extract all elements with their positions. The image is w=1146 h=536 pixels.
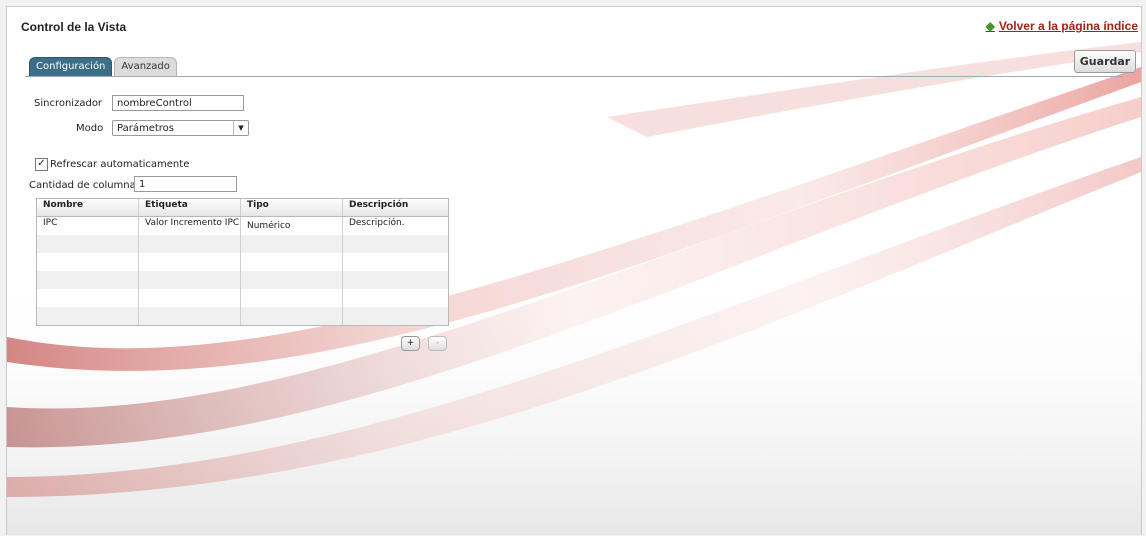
table-cell[interactable]: [343, 307, 445, 325]
add-row-button[interactable]: +: [401, 336, 420, 351]
column-header-etiqueta[interactable]: Etiqueta: [139, 199, 241, 216]
table-row[interactable]: [37, 235, 448, 253]
table-cell[interactable]: [139, 271, 241, 289]
column-header-descripcion[interactable]: Descripción: [343, 199, 445, 216]
table-cell[interactable]: [241, 307, 343, 325]
remove-row-button[interactable]: -: [428, 336, 447, 351]
table-cell[interactable]: Numérico: [241, 217, 343, 235]
mode-select-value: Parámetros: [117, 123, 174, 134]
table-cell[interactable]: [343, 235, 445, 253]
table-cell[interactable]: IPC: [37, 217, 139, 235]
table-row[interactable]: [37, 253, 448, 271]
table-cell[interactable]: [343, 253, 445, 271]
table-cell[interactable]: [37, 253, 139, 271]
table-cell[interactable]: Descripción.: [343, 217, 445, 235]
table-cell[interactable]: [139, 307, 241, 325]
table-row[interactable]: [37, 271, 448, 289]
synchronizer-label: Sincronizador: [34, 98, 103, 109]
parameters-table: Nombre Etiqueta Tipo Descripción IPC Val…: [36, 198, 449, 326]
table-cell[interactable]: [37, 235, 139, 253]
table-cell[interactable]: [241, 271, 343, 289]
table-cell[interactable]: [343, 289, 445, 307]
column-header-nombre[interactable]: Nombre: [37, 199, 139, 216]
chevron-down-icon[interactable]: ▼: [233, 121, 248, 135]
table-cell[interactable]: [241, 253, 343, 271]
table-header: Nombre Etiqueta Tipo Descripción: [37, 199, 448, 217]
page-title: Control de la Vista: [21, 20, 127, 34]
tab-bar: Configuración Avanzado: [29, 57, 179, 77]
table-row[interactable]: IPC Valor Incremento IPC Numérico Descri…: [37, 217, 448, 235]
table-cell[interactable]: [139, 253, 241, 271]
table-cell[interactable]: Valor Incremento IPC: [139, 217, 241, 235]
table-cell[interactable]: [37, 289, 139, 307]
auto-refresh-label: Refrescar automaticamente: [50, 159, 190, 170]
table-cell[interactable]: [343, 271, 445, 289]
tab-configuracion[interactable]: Configuración: [29, 57, 113, 76]
auto-refresh-checkbox[interactable]: ✓: [35, 158, 48, 171]
table-cell[interactable]: [139, 235, 241, 253]
main-panel: Control de la Vista ◆ Volver a la página…: [6, 6, 1142, 535]
column-header-tipo[interactable]: Tipo: [241, 199, 343, 216]
table-row[interactable]: [37, 289, 448, 307]
table-cell[interactable]: [37, 307, 139, 325]
table-cell[interactable]: [241, 289, 343, 307]
synchronizer-input[interactable]: nombreControl: [112, 95, 244, 111]
table-cell[interactable]: [139, 289, 241, 307]
table-cell[interactable]: [241, 235, 343, 253]
check-icon: ✓: [37, 158, 46, 169]
table-cell[interactable]: [37, 271, 139, 289]
back-to-index-link[interactable]: ◆ Volver a la página índice: [986, 19, 1138, 33]
columns-label: Cantidad de columnas: [29, 180, 141, 191]
columns-input[interactable]: 1: [134, 176, 237, 192]
mode-select[interactable]: Parámetros ▼: [112, 120, 249, 136]
tab-divider: [25, 76, 1123, 77]
arrow-left-icon: ◆: [985, 19, 995, 33]
mode-label: Modo: [76, 123, 104, 134]
save-button[interactable]: Guardar: [1074, 50, 1136, 73]
back-link-label: Volver a la página índice: [998, 19, 1138, 33]
table-row[interactable]: [37, 307, 448, 325]
tab-avanzado[interactable]: Avanzado: [114, 57, 177, 76]
